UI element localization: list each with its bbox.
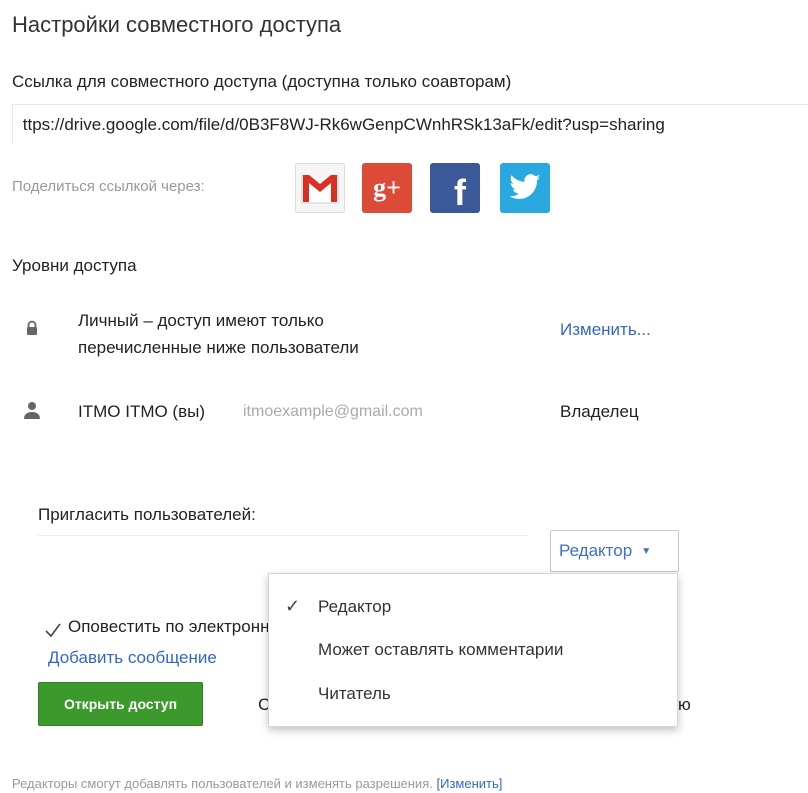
share-via-label: Поделиться ссылкой через: <box>12 178 205 195</box>
invite-input[interactable] <box>38 535 528 569</box>
google-plus-share-button[interactable]: g+ <box>362 163 412 213</box>
role-option-label: Читатель <box>318 684 391 703</box>
caret-down-icon: ▼ <box>641 545 652 557</box>
role-option-label: Может оставлять комментарии <box>318 640 564 659</box>
lock-icon <box>27 320 37 335</box>
access-level-description: Личный – доступ имеют только перечисленн… <box>78 311 359 357</box>
share-link-input[interactable] <box>13 105 808 135</box>
share-link-field[interactable] <box>12 104 808 144</box>
check-icon: ✓ <box>285 596 301 616</box>
owner-name: ITMO ITMO (вы) <box>78 402 206 421</box>
check-icon <box>45 623 61 638</box>
footer-note-text: Редакторы смогут добавлять пользователей… <box>12 776 433 791</box>
share-button[interactable]: Открыть доступ <box>38 682 203 726</box>
role-option-viewer[interactable]: Читатель <box>269 674 677 714</box>
role-select-value: Редактор <box>559 541 633 560</box>
facebook-share-button[interactable]: f <box>430 163 480 213</box>
invite-label: Пригласить пользователей: <box>38 505 256 524</box>
add-message-link[interactable]: Добавить сообщение <box>48 648 217 668</box>
owner-role: Владелец <box>560 402 639 421</box>
role-option-commenter[interactable]: Может оставлять комментарии <box>269 630 677 670</box>
access-levels-title: Уровни доступа <box>12 256 137 275</box>
person-icon <box>24 402 40 419</box>
role-dropdown-menu: ✓ Редактор Может оставлять комментарии Ч… <box>268 573 678 727</box>
footer-note: Редакторы смогут добавлять пользователей… <box>12 776 502 791</box>
role-option-label: Редактор <box>318 597 392 616</box>
share-link-label: Ссылка для совместного доступа (доступна… <box>12 72 512 91</box>
twitter-share-button[interactable] <box>500 163 550 213</box>
gmail-share-button[interactable] <box>295 163 345 213</box>
role-select[interactable]: Редактор ▼ <box>550 530 679 572</box>
dialog-title: Настройки совместного доступа <box>12 12 342 37</box>
hidden-button-fragment: ю <box>678 695 691 714</box>
change-access-link[interactable]: Изменить... <box>560 320 651 340</box>
notify-checkbox[interactable] <box>44 621 62 639</box>
notify-label: Оповестить по электронной почте <box>68 617 268 636</box>
role-option-editor[interactable]: ✓ Редактор <box>269 587 677 627</box>
gmail-icon <box>301 173 339 204</box>
google-plus-icon: g+ <box>373 173 401 202</box>
owner-email: itmoexample@gmail.com <box>243 403 423 420</box>
twitter-icon <box>509 174 541 199</box>
facebook-icon: f <box>454 172 466 213</box>
footer-change-link[interactable]: [Изменить] <box>436 776 502 791</box>
